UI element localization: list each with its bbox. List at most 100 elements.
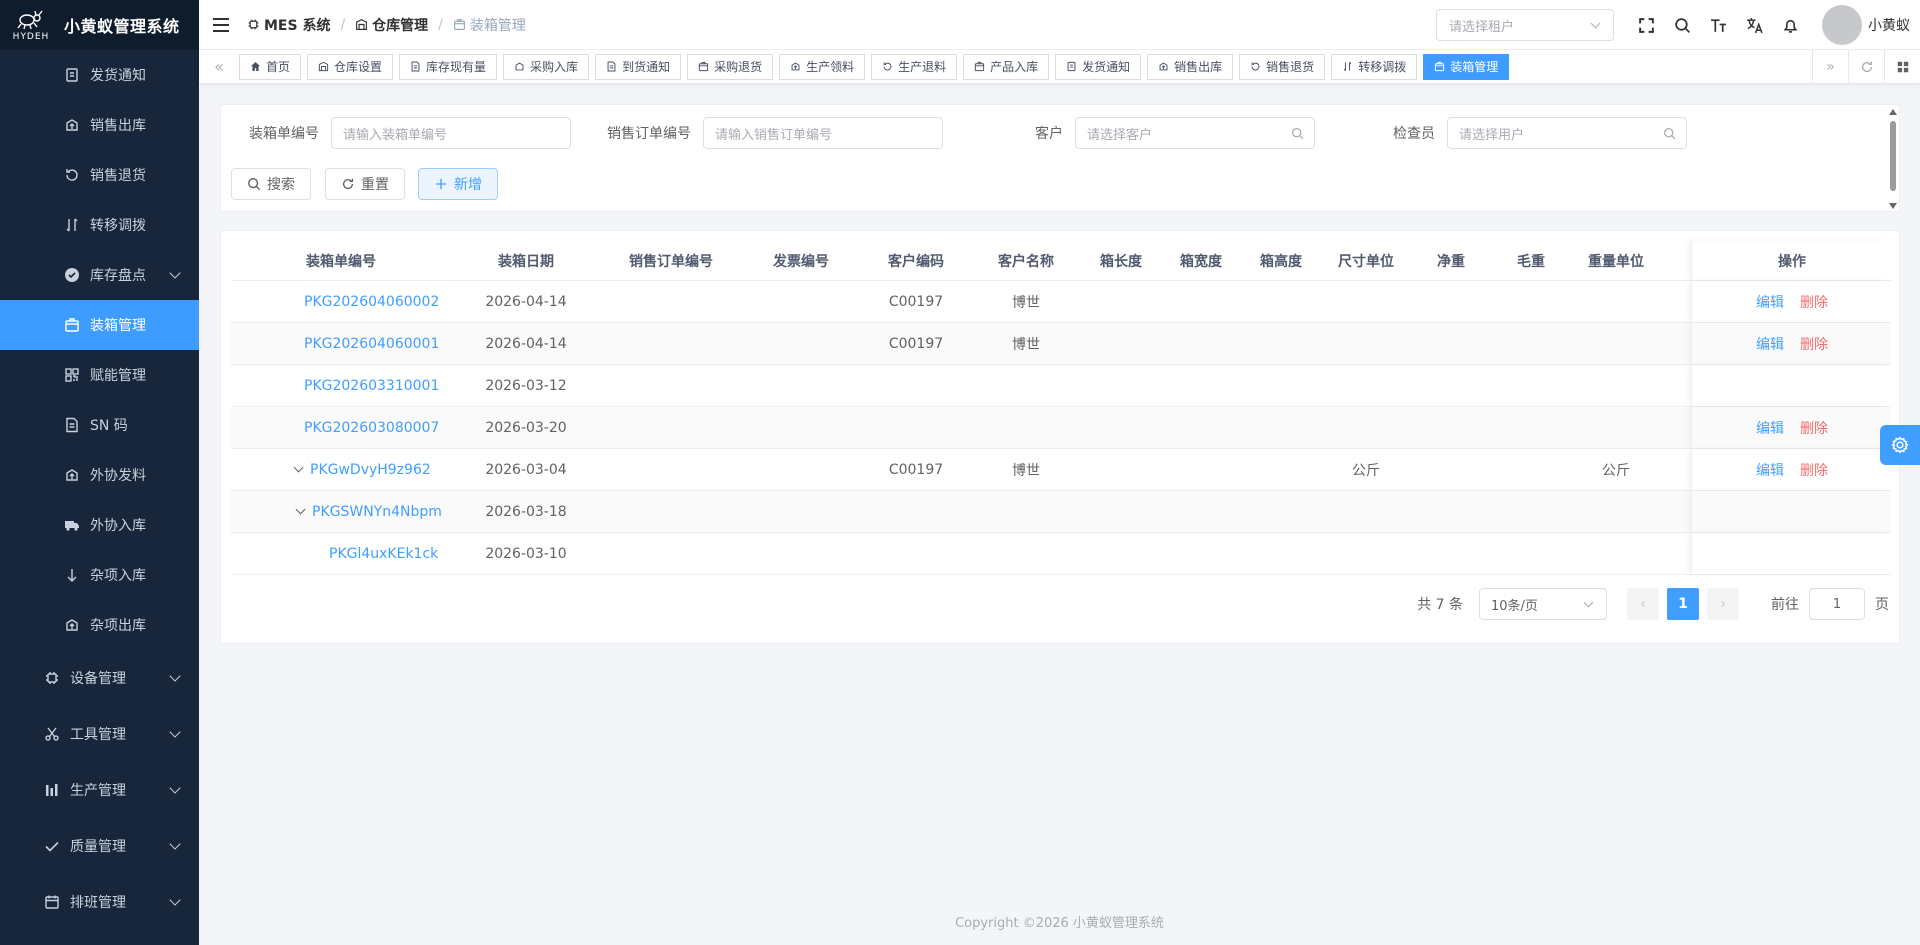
avatar[interactable]: [1822, 5, 1862, 45]
delete-link[interactable]: 删除: [1800, 292, 1828, 312]
delete-link[interactable]: 删除: [1800, 418, 1828, 438]
sidebar-item[interactable]: 质量管理: [0, 818, 199, 874]
tag-item[interactable]: 采购入库: [503, 53, 590, 80]
package-code-text: PKGSWNYn4Nbpm: [312, 503, 442, 520]
table-row: PKGwDvyH9z962 2026-03-04 C00197 博世 公斤 公斤 编辑 删除: [231, 449, 1891, 491]
package-code-link[interactable]: PKG202604060002: [231, 281, 451, 322]
sidebar-item[interactable]: 装箱管理: [0, 300, 199, 350]
sales-order-input[interactable]: 请输入销售订单编号: [703, 117, 943, 149]
sidebar-item[interactable]: 杂项入库: [0, 550, 199, 600]
add-button[interactable]: 新增: [418, 168, 498, 200]
table-cell: [1241, 533, 1321, 574]
edit-link[interactable]: 编辑: [1756, 292, 1784, 312]
table-cell: C00197: [888, 293, 944, 310]
tag-item[interactable]: 转移调拨: [1331, 53, 1418, 80]
row-actions: 编辑 删除: [1691, 323, 1891, 364]
package-code-text: PKGl4uxKEk1ck: [329, 545, 439, 562]
edit-link[interactable]: 编辑: [1756, 460, 1784, 480]
fullscreen-icon[interactable]: [1628, 0, 1664, 50]
next-page-button[interactable]: ›: [1707, 588, 1739, 620]
tag-item[interactable]: 发货通知: [1055, 53, 1142, 80]
sidebar-item[interactable]: 外协入库: [0, 500, 199, 550]
refresh-icon[interactable]: [1848, 50, 1884, 84]
tag-item[interactable]: 仓库设置: [307, 53, 394, 80]
bell-icon[interactable]: [1772, 0, 1808, 50]
package-code-link[interactable]: PKG202604060001: [231, 323, 451, 364]
package-code-input[interactable]: 请输入装箱单编号: [331, 117, 571, 149]
tag-item[interactable]: 销售退货: [1239, 53, 1326, 80]
table-cell: [1081, 491, 1161, 532]
sidebar-item[interactable]: 赋能管理: [0, 350, 199, 400]
hamburger-icon[interactable]: [213, 17, 229, 32]
tag-item[interactable]: 首页: [239, 53, 302, 80]
sidebar-item[interactable]: 设备管理: [0, 650, 199, 706]
tag-label: 产品入库: [990, 60, 1039, 74]
font-size-icon[interactable]: [1700, 0, 1736, 50]
tag-item[interactable]: 库存现有量: [399, 53, 498, 80]
breadcrumb-item-warehouse[interactable]: 仓库管理: [355, 15, 428, 35]
expand-chevron-icon[interactable]: [295, 504, 306, 515]
sidebar: HYDEH 小黄蚁管理系统 发货通知 销售出库 销售退货 转移调拨 库存盘点 装箱管理 赋能…: [0, 0, 199, 945]
tag-label: 销售出库: [1174, 60, 1223, 74]
package-code-link[interactable]: PKG202603310001: [231, 365, 451, 406]
logo[interactable]: HYDEH 小黄蚁管理系统: [0, 0, 199, 50]
sidebar-item[interactable]: 外协发料: [0, 450, 199, 500]
page-size-select[interactable]: 10条/页: [1479, 588, 1607, 620]
table-cell: 公斤: [1352, 462, 1380, 479]
prev-page-button[interactable]: ‹: [1627, 588, 1659, 620]
sidebar-item[interactable]: 生产管理: [0, 762, 199, 818]
sidebar-item[interactable]: 库存盘点: [0, 250, 199, 300]
package-code-link[interactable]: PKG202603080007: [231, 407, 451, 448]
tag-item[interactable]: 销售出库: [1147, 53, 1234, 80]
search-button[interactable]: 搜索: [231, 168, 311, 200]
customer-select[interactable]: 请选择客户: [1075, 117, 1315, 149]
delete-link[interactable]: 删除: [1800, 460, 1828, 480]
package-code-link[interactable]: PKGSWNYn4Nbpm: [231, 491, 451, 532]
tag-item[interactable]: 装箱管理: [1423, 53, 1510, 80]
package-code-link[interactable]: PKGl4uxKEk1ck: [231, 533, 451, 574]
sidebar-item[interactable]: 发货通知: [0, 50, 199, 100]
sidebar-item[interactable]: 转移调拨: [0, 200, 199, 250]
inspector-select[interactable]: 请选择用户: [1447, 117, 1687, 149]
sidebar-item[interactable]: SN 码: [0, 400, 199, 450]
grid-icon[interactable]: [1884, 50, 1920, 84]
settings-gear-icon[interactable]: [1880, 425, 1920, 465]
reset-button[interactable]: 重置: [325, 168, 405, 200]
goto-page-input[interactable]: 1: [1809, 588, 1865, 620]
table-row: PKG202603310001 2026-03-12: [231, 365, 1891, 407]
search-icon[interactable]: [1664, 0, 1700, 50]
tag-item[interactable]: 生产退料: [871, 53, 958, 80]
panel-scrollbar[interactable]: [1889, 109, 1897, 209]
user-name[interactable]: 小黄蚁: [1868, 15, 1910, 35]
tag-item[interactable]: 采购退货: [687, 53, 774, 80]
table-cell: [1321, 533, 1411, 574]
edit-link[interactable]: 编辑: [1756, 334, 1784, 354]
tags-scroll-left-icon[interactable]: «: [199, 50, 239, 84]
tag-label: 转移调拨: [1358, 60, 1407, 74]
translate-icon[interactable]: [1736, 0, 1772, 50]
tag-item[interactable]: 产品入库: [963, 53, 1050, 80]
sidebar-item-label: 生产管理: [70, 783, 126, 799]
package-code-link[interactable]: PKGwDvyH9z962: [231, 449, 451, 490]
table-cell: [741, 491, 861, 532]
delete-link[interactable]: 删除: [1800, 334, 1828, 354]
expand-chevron-icon[interactable]: [293, 462, 304, 473]
table-cell: [1491, 407, 1571, 448]
table-cell: [601, 281, 741, 322]
search-icon: [1291, 127, 1304, 140]
tag-item[interactable]: 生产领料: [779, 53, 866, 80]
tags-scroll-right-icon[interactable]: »: [1812, 50, 1848, 84]
tenant-select[interactable]: 请选择租户: [1436, 9, 1614, 41]
sidebar-item[interactable]: 杂项出库: [0, 600, 199, 650]
goto-page: 前往 1 页: [1771, 588, 1889, 620]
breadcrumb-item-mes[interactable]: MES 系统: [247, 15, 330, 35]
sidebar-item[interactable]: 销售出库: [0, 100, 199, 150]
sidebar-item[interactable]: 工具管理: [0, 706, 199, 762]
sidebar-item[interactable]: 销售退货: [0, 150, 199, 200]
edit-link[interactable]: 编辑: [1756, 418, 1784, 438]
sidebar-item[interactable]: 排班管理: [0, 874, 199, 930]
table-row: PKG202604060001 2026-04-14 C00197 博世 编辑 删除: [231, 323, 1891, 365]
column-header: 重量单位: [1588, 253, 1644, 270]
tag-item[interactable]: 到货通知: [595, 53, 682, 80]
page-number-1[interactable]: 1: [1667, 588, 1699, 620]
